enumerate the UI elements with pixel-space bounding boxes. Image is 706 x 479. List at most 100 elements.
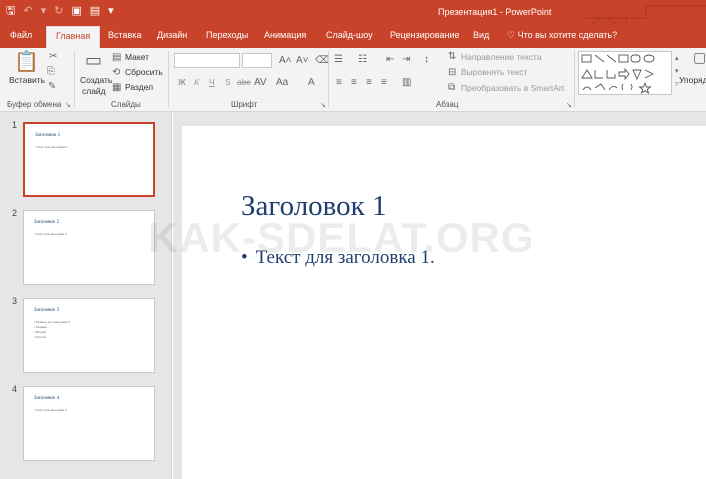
tab-home[interactable]: Главная xyxy=(46,26,101,48)
slide-body-placeholder[interactable]: • Текст для заголовка 1. xyxy=(241,247,435,269)
tab-file[interactable]: Файл xyxy=(10,30,32,40)
align-text-icon: ⊟ xyxy=(448,67,457,78)
tell-me-box[interactable]: ♡ Что вы хотите сделать? xyxy=(507,30,617,41)
thumb-number: 4 xyxy=(12,384,18,394)
slide-thumbnail-3[interactable]: Заголовок 3 • Пример для заголовка 3 • П… xyxy=(23,298,155,373)
redo-icon[interactable]: ↻ xyxy=(54,4,63,18)
font-launcher-icon[interactable]: ↘ xyxy=(320,100,326,111)
paste-button[interactable]: Вставить xyxy=(9,75,45,85)
text-direction-button[interactable]: Направление текста xyxy=(461,52,542,62)
tell-me-text: Что вы хотите сделать? xyxy=(517,30,618,40)
tab-animations[interactable]: Анимация xyxy=(264,30,306,40)
save-icon[interactable]: 🖫 xyxy=(6,4,15,18)
thumb-number: 1 xyxy=(12,120,18,130)
char-spacing-icon[interactable]: AV xyxy=(254,77,267,88)
thumb-title: Заголовок 1 xyxy=(35,133,61,138)
new-slide-icon[interactable]: ▭ xyxy=(85,51,102,69)
align-left-icon[interactable]: ≡ xyxy=(336,77,342,88)
align-right-icon[interactable]: ≡ xyxy=(366,77,372,88)
underline-button[interactable]: Ч xyxy=(209,77,215,87)
paragraph-launcher-icon[interactable]: ↘ xyxy=(566,100,572,111)
grow-font-icon[interactable]: A˄ xyxy=(279,55,292,66)
change-case-icon[interactable]: Aa xyxy=(276,77,288,88)
lightbulb-icon: ♡ xyxy=(507,30,516,40)
quick-access-toolbar: 🖫 ↶ ▾ ↻ ▣ ▤ ▾ xyxy=(6,4,114,18)
new-slide-button-line2[interactable]: слайд xyxy=(82,86,106,96)
tab-view[interactable]: Вид xyxy=(473,30,489,40)
bullets-icon[interactable]: ☰ xyxy=(334,54,343,65)
paste-icon[interactable]: 📋 xyxy=(14,52,39,72)
ribbon: 📋 Вставить ✂ ⎘ ✎ Буфер обмена ↘ ▭ Создат… xyxy=(0,48,706,112)
thumb-text: • Текст для заголовка 4 xyxy=(34,408,67,412)
thumb-text: • Первый xyxy=(34,325,47,329)
divider xyxy=(168,51,169,107)
shadow-button[interactable]: S xyxy=(225,77,231,87)
divider xyxy=(574,51,575,107)
line-spacing-icon[interactable]: ↕ xyxy=(424,54,429,65)
copy-icon[interactable]: ⎘ xyxy=(47,66,55,77)
strikethrough-button[interactable]: abc xyxy=(237,77,251,87)
cut-icon[interactable]: ✂ xyxy=(49,51,57,62)
justify-icon[interactable]: ≡ xyxy=(381,77,387,88)
thumb-title: Заголовок 3 xyxy=(34,308,60,313)
thumb-text: • Текст для заголовка 1 xyxy=(35,145,68,149)
italic-button[interactable]: К xyxy=(194,77,199,87)
section-icon: ▦ xyxy=(112,82,122,93)
tab-design[interactable]: Дизайн xyxy=(157,30,187,40)
clipboard-launcher-icon[interactable]: ↘ xyxy=(65,100,71,111)
arrange-button[interactable]: Упоряд xyxy=(679,75,706,85)
divider xyxy=(74,51,75,107)
bold-button[interactable]: Ж xyxy=(178,77,186,87)
thumb-text: • Текст для заголовка 2 xyxy=(34,232,67,236)
thumb-number: 3 xyxy=(12,296,18,306)
reset-button[interactable]: Сбросить xyxy=(125,67,163,77)
smartart-icon: ⧉ xyxy=(448,82,456,93)
undo-icon[interactable]: ↶ xyxy=(23,4,32,18)
columns-icon[interactable]: ▥ xyxy=(402,77,411,88)
paragraph-group-label: Абзац xyxy=(436,100,459,109)
ribbon-tabs: Файл Главная Вставка Дизайн Переходы Ани… xyxy=(0,24,706,48)
new-slide-qat-icon[interactable]: ▤ xyxy=(90,4,100,18)
convert-smartart-button[interactable]: Преобразовать в SmartArt xyxy=(461,83,564,93)
tab-transitions[interactable]: Переходы xyxy=(206,30,248,40)
slide-body-text: Текст для заголовка 1. xyxy=(255,247,435,268)
slide-thumbnail-2[interactable]: Заголовок 2 • Текст для заголовка 2 xyxy=(23,210,155,285)
numbering-icon[interactable]: ☷ xyxy=(358,54,367,65)
clipboard-group-label: Буфер обмена xyxy=(7,100,62,109)
slide-editor: Заголовок 1 • Текст для заголовка 1. xyxy=(173,112,706,479)
customize-qat-icon[interactable]: ▾ xyxy=(108,4,114,18)
shrink-font-icon[interactable]: A˅ xyxy=(296,55,309,66)
shapes-gallery[interactable] xyxy=(578,51,672,95)
align-center-icon[interactable]: ≡ xyxy=(351,77,357,88)
tab-review[interactable]: Рецензирование xyxy=(390,30,460,40)
gallery-more-icon[interactable]: ▿ xyxy=(675,79,679,90)
from-beginning-icon[interactable]: ▣ xyxy=(71,4,81,18)
slide-thumbnail-1[interactable]: Заголовок 1 • Текст для заголовка 1 xyxy=(23,122,155,197)
arrange-icon: ▢ xyxy=(693,49,706,65)
gallery-scroll-up-icon[interactable]: ▴ xyxy=(675,53,679,64)
font-color-icon[interactable]: A xyxy=(308,77,315,88)
new-slide-button[interactable]: Создать xyxy=(80,75,112,85)
format-painter-icon[interactable]: ✎ xyxy=(48,81,56,92)
slide-title-placeholder[interactable]: Заголовок 1 xyxy=(241,190,387,223)
thumb-number: 2 xyxy=(12,208,18,218)
undo-dropdown-icon[interactable]: ▾ xyxy=(41,4,47,18)
reset-icon: ⟲ xyxy=(112,67,121,78)
increase-indent-icon[interactable]: ⇥ xyxy=(402,54,410,65)
section-button[interactable]: Раздел xyxy=(125,82,153,92)
layout-button[interactable]: Макет xyxy=(125,52,149,62)
slide-thumbnails-pane: 1 Заголовок 1 • Текст для заголовка 1 2 … xyxy=(0,112,172,479)
slide-canvas[interactable]: Заголовок 1 • Текст для заголовка 1. xyxy=(182,126,706,479)
font-family-input[interactable] xyxy=(174,53,240,68)
tab-slideshow[interactable]: Слайд-шоу xyxy=(326,30,373,40)
align-text-button[interactable]: Выровнять текст xyxy=(461,67,527,77)
slide-thumbnail-4[interactable]: Заголовок 4 • Текст для заголовка 4 xyxy=(23,386,155,461)
thumb-text: • Второй xyxy=(34,330,46,334)
layout-icon: ▤ xyxy=(112,52,122,63)
bullet-marker: • xyxy=(241,247,248,268)
font-size-input[interactable] xyxy=(242,53,272,68)
tab-insert[interactable]: Вставка xyxy=(108,30,141,40)
gallery-scroll-down-icon[interactable]: ▾ xyxy=(675,66,679,77)
decrease-indent-icon[interactable]: ⇤ xyxy=(386,54,394,65)
window-title: Презентация1 - PowerPoint xyxy=(438,7,552,17)
